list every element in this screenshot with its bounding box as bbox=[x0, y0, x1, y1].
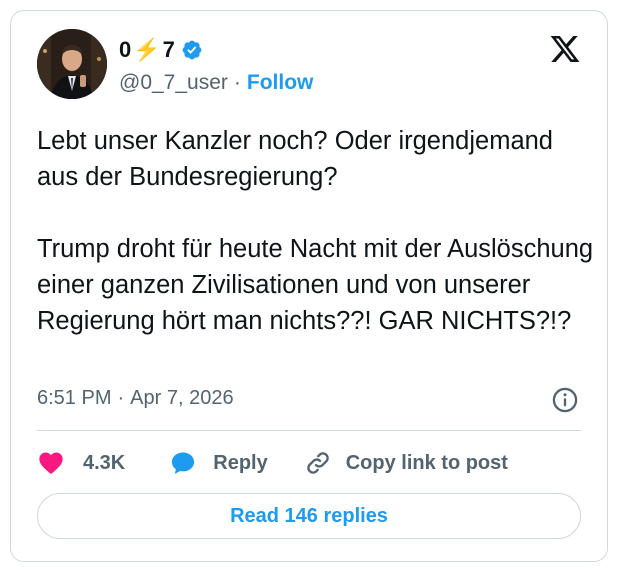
verified-badge-icon bbox=[182, 40, 202, 60]
read-replies-button[interactable]: Read 146 replies bbox=[37, 493, 581, 539]
divider bbox=[37, 430, 581, 431]
heart-icon bbox=[39, 452, 63, 474]
copy-link-button[interactable]: Copy link to post bbox=[304, 449, 508, 477]
tweet-date: Apr 7, 2026 bbox=[130, 387, 234, 409]
avatar[interactable] bbox=[37, 29, 107, 99]
author-name-suffix: 7 bbox=[162, 37, 175, 62]
follow-link[interactable]: Follow bbox=[247, 71, 314, 95]
tweet-embed-card: 0 ⚡ 7 @0_7_user · Follow Lebt unser Kanz… bbox=[10, 10, 608, 562]
x-logo-icon[interactable] bbox=[549, 33, 581, 65]
tweet-paragraph-2: Trump droht für heute Nacht mit der Ausl… bbox=[37, 235, 594, 335]
copy-link-label: Copy link to post bbox=[345, 451, 508, 474]
reply-bubble-icon bbox=[172, 452, 195, 474]
info-icon[interactable] bbox=[551, 386, 579, 414]
author-handle-row: @0_7_user · Follow bbox=[119, 71, 313, 95]
author-name[interactable]: 0 ⚡ 7 bbox=[119, 35, 203, 65]
tweet-timestamp[interactable]: 6:51 PM · Apr 7, 2026 bbox=[37, 387, 234, 410]
separator-dot: · bbox=[233, 71, 241, 94]
action-bar: 4.3K Reply Copy link to post bbox=[37, 447, 508, 479]
tweet-paragraph-1: Lebt unser Kanzler noch? Oder irgendjema… bbox=[37, 127, 553, 191]
link-icon bbox=[306, 452, 329, 474]
read-replies-label: Read 146 replies bbox=[230, 504, 388, 527]
lightning-emoji: ⚡ bbox=[133, 37, 161, 62]
author-handle[interactable]: @0_7_user bbox=[119, 71, 228, 95]
separator-dot: · bbox=[117, 387, 125, 409]
reply-button[interactable]: Reply bbox=[169, 449, 268, 477]
like-button[interactable]: 4.3K bbox=[37, 449, 125, 477]
tweet-time: 6:51 PM bbox=[37, 387, 112, 409]
reply-label: Reply bbox=[213, 451, 268, 474]
tweet-text: Lebt unser Kanzler noch? Oder irgendjema… bbox=[37, 123, 597, 339]
like-count: 4.3K bbox=[83, 451, 126, 474]
author-name-prefix: 0 bbox=[119, 37, 132, 62]
